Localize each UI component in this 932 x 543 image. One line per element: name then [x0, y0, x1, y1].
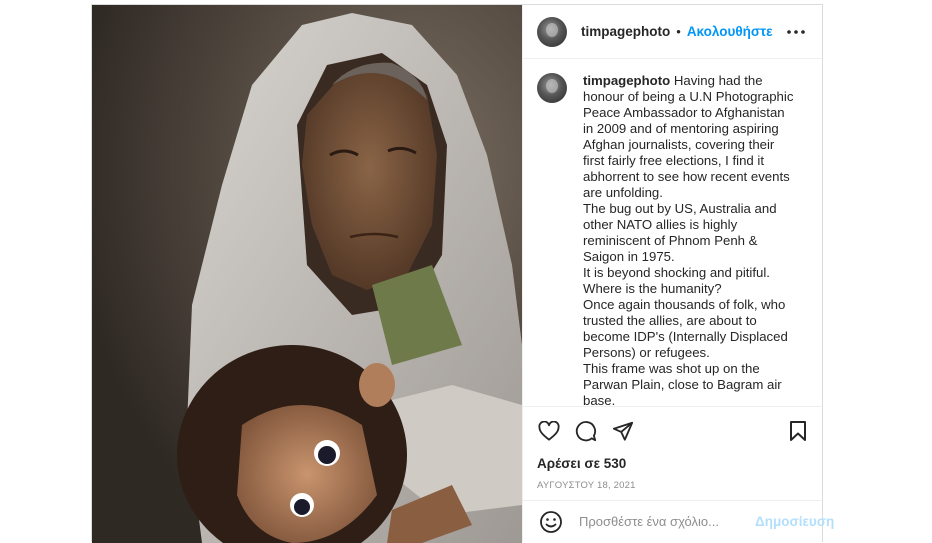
bookmark-icon[interactable] — [786, 419, 810, 443]
post-photo[interactable] — [92, 5, 522, 543]
emoji-icon[interactable] — [539, 510, 563, 534]
heart-icon[interactable] — [537, 419, 561, 443]
post-date[interactable]: ΑΥΓΟΥΣΤΟΥ 18, 2021 — [523, 474, 822, 500]
caption-body: Having had the honour of being a U.N Pho… — [583, 73, 794, 406]
post-photo-image — [92, 5, 522, 543]
post-sidebar: timpagephoto • Ακολουθήστε timpagephoto … — [522, 5, 834, 542]
caption-area[interactable]: timpagephoto Having had the honour of be… — [523, 59, 822, 406]
header-username[interactable]: timpagephoto — [581, 24, 670, 39]
comment-input[interactable] — [579, 514, 755, 529]
share-icon[interactable] — [611, 419, 635, 443]
comment-bar: Δημοσίευση — [523, 500, 834, 542]
more-options-icon[interactable] — [784, 20, 808, 44]
post-header: timpagephoto • Ακολουθήστε — [523, 5, 822, 59]
avatar[interactable] — [537, 16, 567, 47]
caption-username[interactable]: timpagephoto — [583, 73, 670, 88]
comment-icon[interactable] — [574, 419, 598, 443]
likes-count[interactable]: Αρέσει σε 530 — [523, 454, 822, 474]
caption: timpagephoto Having had the honour of be… — [537, 73, 808, 406]
action-bar — [523, 406, 822, 454]
caption-text: timpagephoto Having had the honour of be… — [583, 73, 797, 406]
caption-avatar[interactable] — [537, 73, 567, 103]
follow-button[interactable]: Ακολουθήστε — [687, 24, 773, 39]
header-separator: • — [676, 24, 681, 39]
post-comment-button[interactable]: Δημοσίευση — [755, 514, 834, 529]
instagram-post: timpagephoto • Ακολουθήστε timpagephoto … — [91, 4, 834, 543]
